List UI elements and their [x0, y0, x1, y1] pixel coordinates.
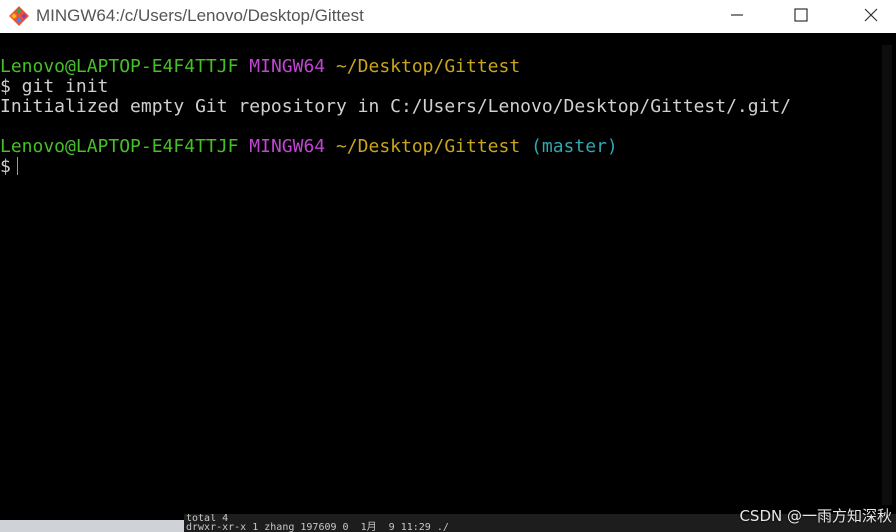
command-line: $ git init	[0, 76, 109, 97]
input-line[interactable]: $	[0, 157, 19, 177]
prompt-user: Lenovo@LAPTOP-E4F4TTJF	[0, 136, 239, 157]
prompt-symbol: $	[0, 156, 11, 177]
prompt-user: Lenovo@LAPTOP-E4F4TTJF	[0, 56, 239, 77]
scrollbar-thumb[interactable]	[882, 45, 892, 505]
terminal-window: MINGW64:/c/Users/Lenovo/Desktop/Gittest …	[0, 0, 896, 520]
output-line: Initialized empty Git repository in C:/U…	[0, 96, 792, 117]
prompt-path: ~/Desktop/Gittest	[335, 56, 521, 77]
close-icon	[864, 8, 878, 22]
prompt-line: Lenovo@LAPTOP-E4F4TTJF MINGW64 ~/Desktop…	[0, 57, 520, 77]
close-button[interactable]	[846, 0, 896, 30]
title-bar[interactable]: MINGW64:/c/Users/Lenovo/Desktop/Gittest	[0, 0, 896, 33]
maximize-button[interactable]	[776, 0, 826, 30]
minimize-button[interactable]	[712, 0, 762, 30]
minimize-icon	[731, 14, 743, 16]
scrollbar[interactable]	[878, 33, 896, 520]
text-cursor	[16, 157, 19, 175]
watermark: CSDN @一雨方知深秋	[739, 507, 892, 525]
prompt-path: ~/Desktop/Gittest	[335, 136, 521, 157]
maximize-icon	[794, 8, 808, 22]
git-branch: (master)	[531, 136, 618, 157]
git-bash-icon	[9, 6, 29, 26]
prompt-system: MINGW64	[249, 56, 326, 77]
window-title: MINGW64:/c/Users/Lenovo/Desktop/Gittest	[36, 6, 364, 25]
prompt-line: Lenovo@LAPTOP-E4F4TTJF MINGW64 ~/Desktop…	[0, 137, 618, 157]
prompt-system: MINGW64	[249, 136, 326, 157]
terminal-output[interactable]: Lenovo@LAPTOP-E4F4TTJF MINGW64 ~/Desktop…	[0, 33, 878, 520]
